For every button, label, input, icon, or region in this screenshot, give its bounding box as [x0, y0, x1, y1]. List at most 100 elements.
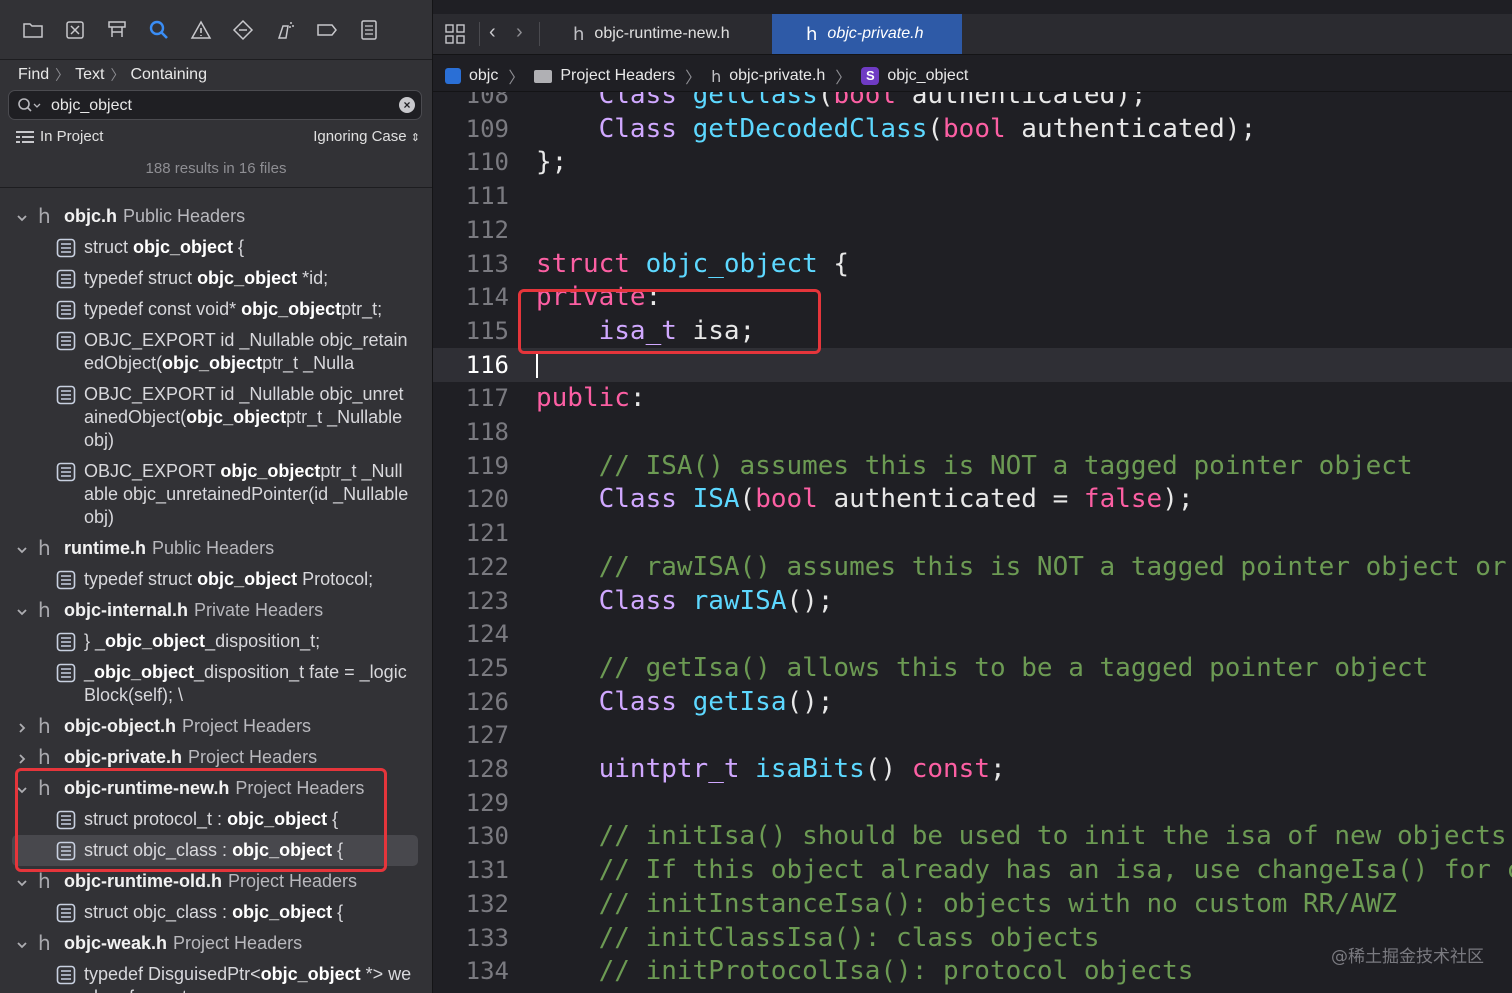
find-icon[interactable]	[148, 10, 190, 50]
folder-icon[interactable]	[22, 10, 64, 50]
case-sensitivity-popup[interactable]: Ignoring Case ⇕	[313, 128, 420, 145]
match-prefix: OBJC_EXPORT	[84, 461, 221, 481]
breadcrumb-file[interactable]: objc-private.h	[729, 67, 825, 85]
code-line[interactable]: 111	[433, 179, 1512, 213]
code-line[interactable]: 112	[433, 213, 1512, 247]
search-result-item[interactable]: OBJC_EXPORT id _Nullable objc_retainedOb…	[0, 325, 432, 379]
search-result-item[interactable]: typedef struct objc_object *id;	[0, 263, 432, 294]
code-line[interactable]: 126 Class getIsa();	[433, 685, 1512, 719]
code-line[interactable]: 113 struct objc_object {	[433, 247, 1512, 281]
search-field[interactable]: ×	[8, 90, 422, 120]
breadcrumb-symbol[interactable]: objc_object	[887, 67, 968, 85]
issue-warning-icon[interactable]	[190, 10, 232, 50]
search-result-item[interactable]: _objc_object_disposition_t fate = _logic…	[0, 657, 432, 711]
text-match-icon	[56, 632, 76, 652]
find-mode-containing[interactable]: Containing	[130, 66, 207, 84]
scope-button[interactable]: In Project	[16, 128, 103, 145]
match-hit: objc_object	[162, 353, 263, 373]
match-prefix: typedef struct	[84, 569, 198, 589]
project-app-icon	[445, 68, 461, 84]
clear-search-icon[interactable]: ×	[399, 97, 415, 113]
code-line[interactable]: 121	[433, 516, 1512, 550]
code-line[interactable]: 117 public:	[433, 381, 1512, 415]
line-number: 113	[465, 249, 509, 278]
search-result-item[interactable]: typedef const void* objc_objectptr_t;	[0, 294, 432, 325]
search-result-item[interactable]: OBJC_EXPORT id _Nullable objc_unretained…	[0, 379, 432, 456]
source-editor: ‹ › h objc-runtime-new.h h objc-private.…	[433, 0, 1512, 993]
result-file-row[interactable]: h objc-object.h Project Headers	[0, 711, 432, 742]
code-text: struct objc_object {	[536, 248, 850, 279]
result-file-row[interactable]: h runtime.h Public Headers	[0, 533, 432, 564]
code-line[interactable]: 108 Class getClass(bool authenticated);	[433, 92, 1512, 112]
file-group: Public Headers	[152, 538, 275, 558]
line-number: 128	[465, 755, 509, 783]
xcode-window: Find 〉 Text 〉 Containing × In Proj	[0, 0, 1512, 993]
tab-objc-private[interactable]: h objc-private.h	[772, 14, 962, 54]
match-suffix: Protocol;	[297, 569, 374, 589]
search-icon[interactable]	[17, 97, 41, 115]
source-control-icon[interactable]	[64, 10, 106, 50]
search-result-item[interactable]: struct objc_class : objc_object {	[0, 897, 432, 928]
search-result-item[interactable]: OBJC_EXPORT objc_objectptr_t _Nullable o…	[0, 456, 432, 533]
chevron-right-icon[interactable]	[16, 749, 28, 764]
code-line[interactable]: 129	[433, 786, 1512, 820]
code-text: Class getIsa();	[598, 686, 834, 717]
file-name: objc-weak.h	[64, 933, 168, 953]
code-line[interactable]: 123 Class rawISA();	[433, 584, 1512, 618]
debug-spray-icon[interactable]	[274, 10, 316, 50]
code-text: // getIsa() allows this to be a tagged p…	[598, 652, 1429, 683]
file-name: objc-runtime-old.h	[64, 871, 222, 891]
code-line[interactable]: 110};	[433, 145, 1512, 179]
code-line[interactable]: 118	[433, 415, 1512, 449]
breakpoint-icon[interactable]	[316, 10, 358, 50]
result-file-row[interactable]: h objc-internal.h Private Headers	[0, 595, 432, 626]
breadcrumb-group[interactable]: Project Headers	[560, 67, 675, 85]
find-mode-text[interactable]: Text	[75, 66, 104, 84]
chevron-down-icon[interactable]	[16, 873, 28, 887]
search-result-item[interactable]: struct objc_object {	[0, 232, 432, 263]
back-arrow-icon[interactable]: ‹	[489, 21, 496, 44]
match-suffix: ptr_t _Nulla	[262, 353, 355, 373]
chevron-right-icon[interactable]	[16, 718, 28, 733]
chevron-down-icon[interactable]	[16, 935, 28, 949]
result-file-row[interactable]: h objc.h Public Headers	[0, 201, 432, 232]
chevron-down-icon[interactable]	[16, 208, 28, 222]
related-items-grid-icon[interactable]	[445, 24, 465, 44]
text-match-icon	[56, 570, 76, 590]
symbol-hierarchy-icon[interactable]	[106, 10, 148, 50]
breadcrumb-project[interactable]: objc	[469, 67, 498, 85]
result-file-name: objc-internal.h Private Headers	[64, 600, 323, 621]
code-line[interactable]: 120 Class ISA(bool authenticated = false…	[433, 482, 1512, 516]
code-line[interactable]: 130 // initIsa() should be used to init …	[433, 819, 1512, 853]
search-result-item[interactable]: typedef DisguisedPtr<objc_object *> weak…	[0, 959, 432, 993]
chevron-down-icon[interactable]	[16, 602, 28, 616]
forward-arrow-icon[interactable]: ›	[516, 21, 523, 44]
code-text: // If this object already has an isa, us…	[598, 855, 1512, 886]
find-mode-find[interactable]: Find	[18, 66, 49, 84]
code-line[interactable]: 125 // getIsa() allows this to be a tagg…	[433, 651, 1512, 685]
match-hit: objc_object	[133, 237, 234, 257]
code-line[interactable]: 127	[433, 718, 1512, 752]
chevron-down-icon[interactable]	[16, 540, 28, 554]
search-result-item[interactable]: } _objc_object_disposition_t;	[0, 626, 432, 657]
result-file-row[interactable]: h objc-weak.h Project Headers	[0, 928, 432, 959]
report-icon[interactable]	[358, 10, 400, 50]
code-line[interactable]: 131 // If this object already has an isa…	[433, 853, 1512, 887]
line-number: 109	[465, 114, 509, 143]
code-line[interactable]: 132 // initInstanceIsa(): objects with n…	[433, 887, 1512, 921]
find-mode-path[interactable]: Find 〉 Text 〉 Containing	[0, 61, 432, 89]
code-line[interactable]: 128 uintptr_t isaBits() const;	[433, 752, 1512, 786]
match-hit: objc_object	[105, 631, 206, 651]
line-number: 134	[465, 957, 509, 986]
line-number: 118	[465, 418, 509, 446]
code-line[interactable]: 119 // ISA() assumes this is NOT a tagge…	[433, 449, 1512, 483]
code-area[interactable]: 108 Class getClass(bool authenticated); 1…	[433, 92, 1512, 993]
code-line[interactable]: 109 Class getDecodedClass(bool authentic…	[433, 112, 1512, 146]
tab-objc-runtime-new[interactable]: h objc-runtime-new.h	[573, 14, 771, 54]
code-line[interactable]: 124	[433, 617, 1512, 651]
code-line[interactable]: 122 // rawISA() assumes this is NOT a ta…	[433, 550, 1512, 584]
search-input[interactable]	[49, 94, 393, 118]
header-file-icon: h	[573, 23, 585, 45]
search-result-item[interactable]: typedef struct objc_object Protocol;	[0, 564, 432, 595]
test-diamond-icon[interactable]	[232, 10, 274, 50]
